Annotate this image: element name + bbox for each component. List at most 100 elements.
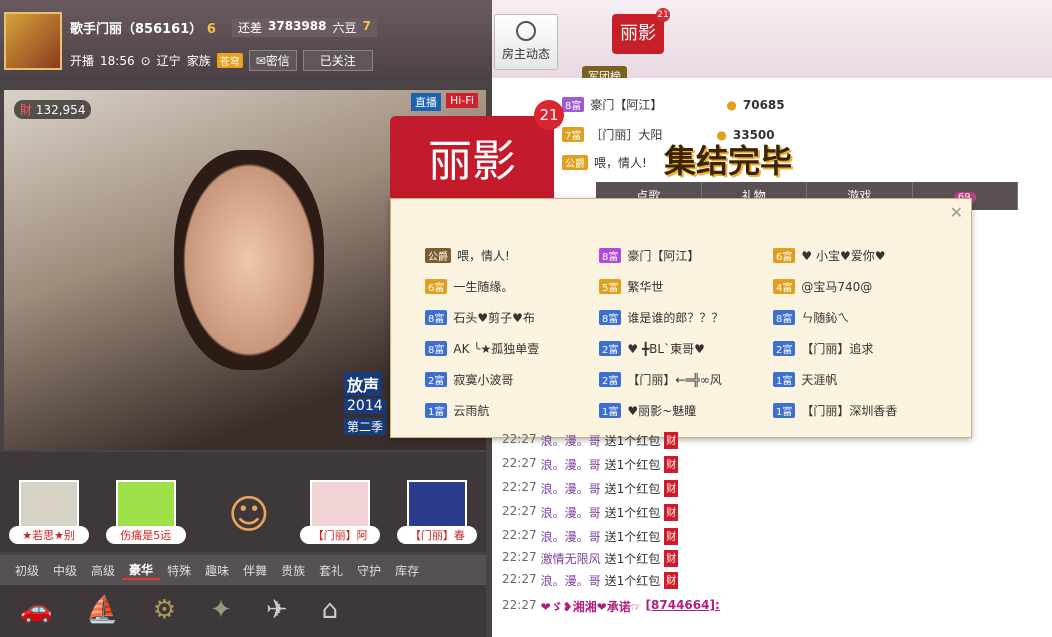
chat-time: 22:27 <box>502 528 537 542</box>
member-name: 繁华世 <box>627 280 664 294</box>
member-item[interactable]: 2富 ♥ ╋BL`東哥♥ <box>599 340 773 357</box>
tab-category[interactable]: 伴舞 <box>236 562 274 579</box>
host-dynamic-button[interactable]: 房主动态 <box>494 14 558 70</box>
member-name: 【门丽】←═╬∞风 <box>627 373 722 387</box>
host-avatar[interactable] <box>4 12 62 70</box>
tab-category[interactable]: 守护 <box>350 562 388 579</box>
house-gift-icon[interactable]: ⌂ <box>322 595 339 627</box>
host-dynamic-label: 房主动态 <box>501 47 550 61</box>
tab-category[interactable]: 初级 <box>8 562 46 579</box>
chat-content: 送1个红包 <box>604 458 661 472</box>
member-item[interactable]: 4富 @宝马740@ <box>773 278 947 295</box>
tab-category[interactable]: 高级 <box>84 562 122 579</box>
member-item[interactable]: 6富 一生随缘。 <box>425 278 599 295</box>
chat-user[interactable]: 浪。漫。哥 <box>541 572 601 589</box>
member-item[interactable]: 8富 ㄣ随鈊ㄟ <box>773 309 947 326</box>
member-item[interactable]: 1富 【门丽】深圳香香 <box>773 402 947 419</box>
chat-user[interactable]: ❤ゞ❥湘湘❤承诺☞ <box>541 598 642 615</box>
tab-category[interactable]: 套礼 <box>312 562 350 579</box>
wealth-icon: 財 <box>20 103 36 117</box>
chat-user[interactable]: 浪。漫。哥 <box>541 504 601 521</box>
member-item[interactable]: 1富 ♥丽影~魅瞳 <box>599 402 773 419</box>
wealth-badge: 财 <box>664 528 679 545</box>
guest-avatar: ☺ <box>228 492 270 544</box>
coin-icon: ● <box>726 97 737 112</box>
wealth-badge: 财 <box>664 504 679 521</box>
member-item[interactable]: 1富 天涯帆 <box>773 371 947 388</box>
video-overlay-3: 第二季 <box>344 418 387 435</box>
member-item[interactable]: 8富 石头♥剪子♥布 <box>425 309 599 326</box>
tab-category[interactable]: 贵族 <box>274 562 312 579</box>
tab-category-active[interactable]: 豪华 <box>122 561 161 580</box>
chat-content: 送1个红包 <box>604 506 661 520</box>
chat-user[interactable]: 浪。漫。哥 <box>541 432 601 449</box>
host-name-row: 歌手门丽（856161） 6 <box>70 18 216 37</box>
chat-user[interactable]: 浪。漫。哥 <box>541 480 601 497</box>
member-name: 【门丽】追求 <box>801 342 874 356</box>
tab-category[interactable]: 中级 <box>46 562 84 579</box>
member-item[interactable]: 公爵 喂，情人! <box>425 247 599 264</box>
member-item[interactable]: 8富 谁是谁的郎？？？ <box>599 309 773 326</box>
guest-slot[interactable]: ☺ <box>203 492 283 544</box>
hifi-tag[interactable]: Hi-Fi <box>446 93 478 108</box>
member-item[interactable]: 2富 寂寞小波哥 <box>425 371 599 388</box>
host-name[interactable]: 歌手门丽（856161） <box>70 22 202 37</box>
member-item[interactable]: 1富 云雨航 <box>425 402 599 419</box>
car-gift-icon[interactable]: 🚗 <box>20 595 52 627</box>
chat-time: 22:27 <box>502 480 537 494</box>
rank-level: 公爵 <box>562 155 588 170</box>
chat-user[interactable]: 浪。漫。哥 <box>541 456 601 473</box>
distance-value: 3783988 <box>268 19 327 33</box>
yacht-gift-icon[interactable]: ⛵ <box>86 595 118 627</box>
member-name: 一生随缘。 <box>453 280 514 294</box>
member-name: 【门丽】深圳香香 <box>801 404 898 418</box>
family-badge[interactable]: 苍穹 <box>216 53 243 68</box>
tab-category[interactable]: 特殊 <box>160 562 198 579</box>
viewer-count-value: 132,954 <box>35 103 86 117</box>
plane-gift-icon[interactable]: ✈ <box>266 595 288 627</box>
message-label: 密信 <box>265 54 290 68</box>
guest-slot[interactable]: 伤痛是5远 <box>105 480 186 544</box>
guest-slot[interactable]: ★若思★别 <box>8 480 89 544</box>
chat-content: 送1个红包 <box>604 434 661 448</box>
member-level: 8富 <box>425 310 448 325</box>
member-level: 4富 <box>773 279 796 294</box>
close-icon[interactable]: ✕ <box>950 203 963 222</box>
cannon-gift-icon[interactable]: ✦ <box>210 595 232 627</box>
chat-line: 22:27 浪。漫。哥 送1个红包财 <box>502 456 679 473</box>
member-item[interactable]: 5富 繁华世 <box>599 278 773 295</box>
member-item[interactable]: 2富 【门丽】←═╬∞风 <box>599 371 773 388</box>
message-button[interactable]: ✉密信 <box>248 50 297 71</box>
member-item[interactable]: 6富 ♥ 小宝♥爱你♥ <box>773 247 947 264</box>
cartoon-figure-icon: ☺ <box>227 492 270 538</box>
video-overlay-1: 放声 <box>344 372 383 396</box>
member-item[interactable]: 8富 AK ╰★孤独单壹 <box>425 340 599 357</box>
tank-gift-icon[interactable]: ⚙ <box>153 595 176 627</box>
chat-user-id[interactable]: [8744664]: <box>646 598 720 615</box>
member-name: 石头♥剪子♥布 <box>453 311 535 325</box>
legion-flag[interactable]: 丽影 <box>612 14 664 54</box>
member-level: 8富 <box>425 341 448 356</box>
member-name: 豪门【阿江】 <box>627 249 700 263</box>
member-name: ♥ ╋BL`東哥♥ <box>627 342 705 356</box>
member-level: 8富 <box>599 310 622 325</box>
follow-button[interactable]: 已关注 <box>302 50 373 71</box>
guest-caption: 伤痛是5远 <box>105 526 186 544</box>
tab-category[interactable]: 库存 <box>388 562 426 579</box>
wealth-badge: 财 <box>664 456 679 473</box>
rank-row[interactable]: 8富 豪门【阿江】 ● 70685 <box>562 96 785 113</box>
chat-user[interactable]: 激情无限风 <box>541 550 601 567</box>
guest-avatar <box>115 480 176 532</box>
chat-line-last: 22:27 ❤ゞ❥湘湘❤承诺☞ [8744664]: <box>502 598 720 615</box>
member-name: 寂寞小波哥 <box>453 373 514 387</box>
distance-label: 还差 <box>238 21 263 35</box>
member-item[interactable]: 8富 豪门【阿江】 <box>599 247 773 264</box>
guest-slot[interactable]: 【门丽】春 <box>397 480 478 544</box>
chat-user[interactable]: 浪。漫。哥 <box>541 528 601 545</box>
member-level: 5富 <box>599 279 622 294</box>
rank-row[interactable]: 公爵 喂，情人! <box>562 154 647 171</box>
tab-category[interactable]: 趣味 <box>198 562 236 579</box>
member-item[interactable]: 2富 【门丽】追求 <box>773 340 947 357</box>
chat-line: 22:27 浪。漫。哥 送1个红包财 <box>502 504 679 521</box>
guest-slot[interactable]: 【门丽】阿 <box>300 480 381 544</box>
